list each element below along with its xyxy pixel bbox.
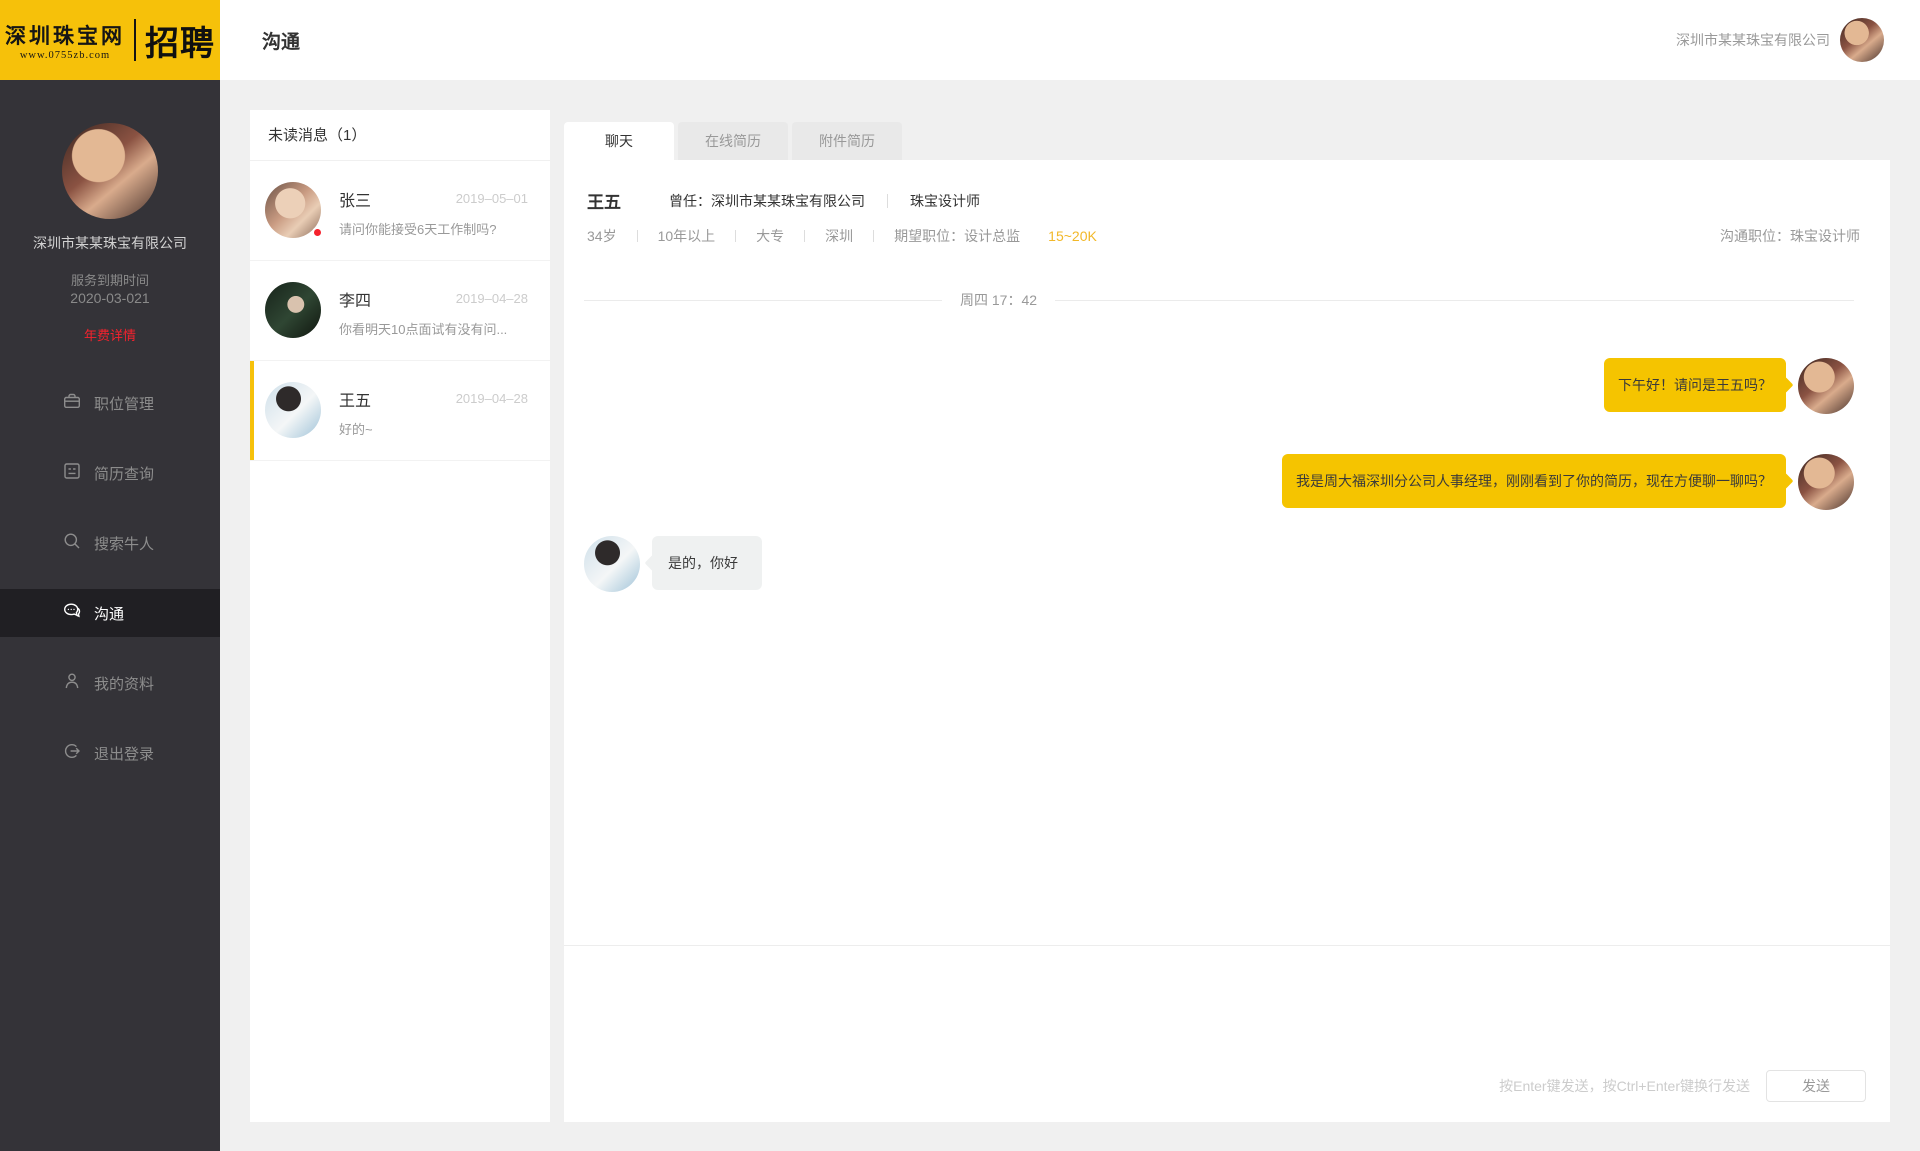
contact-name: 张三 (339, 187, 371, 211)
candidate-salary: 15~20K (1048, 228, 1097, 244)
sidebar-item-label: 沟通 (94, 603, 124, 624)
logo-badge: 招聘 (145, 16, 215, 65)
message-bubble: 我是周大福深圳分公司人事经理，刚刚看到了你的简历，现在方便聊一聊吗？ (1282, 454, 1786, 508)
candidate-info: 王五 曾任：深圳市某某珠宝有限公司 珠宝设计师 34岁 10年以上 大专 深圳 … (564, 160, 1890, 246)
sidebar: 深圳市某某珠宝有限公司 服务到期时间 2020-03-021 年费详情 职位管理… (0, 80, 220, 1151)
sidebar-item-communication[interactable]: 沟通 (0, 589, 220, 637)
contact-name: 李四 (339, 287, 371, 311)
sidebar-item-label: 简历查询 (94, 463, 154, 484)
sidebar-item-job-management[interactable]: 职位管理 (0, 379, 220, 427)
logout-icon (62, 741, 82, 765)
message-bubble: 下午好！请问是王五吗？ (1604, 358, 1786, 412)
message-date: 2019–05–01 (456, 191, 528, 206)
divider (637, 230, 638, 242)
sidebar-company-avatar (62, 123, 158, 219)
message-input[interactable] (588, 958, 1866, 1048)
resume-icon (62, 461, 82, 485)
sidebar-company-name: 深圳市某某珠宝有限公司 (0, 233, 220, 253)
list-item-zhangsan[interactable]: 张三 2019–05–01 请问你能接受6天工作制吗? (250, 161, 550, 261)
sender-avatar (584, 536, 640, 592)
chat-message-outgoing: 我是周大福深圳分公司人事经理，刚刚看到了你的简历，现在方便聊一聊吗？ (584, 454, 1854, 510)
candidate-former-company: 曾任：深圳市某某珠宝有限公司 (669, 191, 865, 211)
message-date: 2019–04–28 (456, 391, 528, 406)
chat-panel: 王五 曾任：深圳市某某珠宝有限公司 珠宝设计师 34岁 10年以上 大专 深圳 … (564, 160, 1890, 1122)
sidebar-item-logout[interactable]: 退出登录 (0, 729, 220, 777)
time-divider: 周四 17：42 (584, 290, 1854, 310)
list-item-wangwu[interactable]: 王五 2019–04–28 好的~ (250, 361, 550, 461)
candidate-name: 王五 (587, 188, 621, 213)
communication-position: 沟通职位：珠宝设计师 (1720, 226, 1860, 246)
chat-message-area: 周四 17：42 下午好！请问是王五吗？ 我是周大福深圳分公司人事经理，刚刚看到… (564, 246, 1890, 945)
candidate-education: 大专 (756, 226, 784, 246)
contact-name: 王五 (339, 387, 371, 411)
sender-avatar (1798, 454, 1854, 510)
tab-online-resume[interactable]: 在线简历 (678, 122, 788, 160)
chat-message-incoming: 是的，你好 (584, 536, 1854, 592)
message-preview: 请问你能接受6天工作制吗? (339, 219, 534, 238)
sidebar-item-label: 职位管理 (94, 393, 154, 414)
message-preview: 好的~ (339, 419, 534, 438)
site-logo[interactable]: 深圳珠宝网 www.0755zb.com 招聘 (0, 0, 220, 80)
message-date: 2019–04–28 (456, 291, 528, 306)
chat-message-outgoing: 下午好！请问是王五吗？ (584, 358, 1854, 414)
sidebar-item-label: 退出登录 (94, 743, 154, 764)
chat-icon (62, 601, 82, 625)
unread-messages-header: 未读消息（1） (250, 110, 550, 161)
unread-badge (312, 227, 323, 238)
logo-text-block: 深圳珠宝网 www.0755zb.com (5, 20, 125, 61)
service-expiry-date: 2020-03-021 (0, 290, 220, 306)
search-icon (62, 531, 82, 555)
message-bubble: 是的，你好 (652, 536, 762, 590)
sidebar-item-label: 我的资料 (94, 673, 154, 694)
topbar-company-name: 深圳市某某珠宝有限公司 (1676, 30, 1830, 50)
divider (887, 194, 888, 208)
list-item-lisi[interactable]: 李四 2019–04–28 你看明天10点面试有没有问... (250, 261, 550, 361)
tab-chat[interactable]: 聊天 (564, 122, 674, 160)
message-input-area: 按Enter键发送，按Ctrl+Enter键换行发送 发送 (564, 945, 1890, 1122)
main-content: 未读消息（1） 张三 2019–05–01 请问你能接受6天工作制吗? 李四 2… (220, 80, 1920, 1151)
annual-fee-link[interactable]: 年费详情 (0, 325, 220, 344)
candidate-age: 34岁 (587, 226, 617, 246)
divider (804, 230, 805, 242)
sidebar-item-search-talent[interactable]: 搜索牛人 (0, 519, 220, 567)
sidebar-item-label: 搜索牛人 (94, 533, 154, 554)
briefcase-icon (62, 391, 82, 415)
message-list-panel: 未读消息（1） 张三 2019–05–01 请问你能接受6天工作制吗? 李四 2… (250, 110, 550, 1122)
chat-tabs: 聊天 在线简历 附件简历 (564, 110, 1890, 160)
sender-avatar (1798, 358, 1854, 414)
candidate-expected-position: 期望职位：设计总监 (894, 226, 1020, 246)
divider-line (584, 300, 942, 301)
divider-line (1055, 300, 1854, 301)
send-shortcut-hint: 按Enter键发送，按Ctrl+Enter键换行发送 (1499, 1076, 1750, 1096)
candidate-city: 深圳 (825, 226, 853, 246)
candidate-experience: 10年以上 (658, 226, 716, 246)
divider (735, 230, 736, 242)
send-button[interactable]: 发送 (1766, 1070, 1866, 1102)
topbar: 深圳珠宝网 www.0755zb.com 招聘 沟通 深圳市某某珠宝有限公司 (0, 0, 1920, 80)
chat-column: 聊天 在线简历 附件简历 王五 曾任：深圳市某某珠宝有限公司 珠宝设计师 34岁… (564, 110, 1890, 1122)
sidebar-item-my-profile[interactable]: 我的资料 (0, 659, 220, 707)
message-preview: 你看明天10点面试有没有问... (339, 319, 534, 338)
time-divider-text: 周四 17：42 (942, 290, 1055, 310)
divider (873, 230, 874, 242)
sidebar-item-resume-query[interactable]: 简历查询 (0, 449, 220, 497)
user-icon (62, 671, 82, 695)
candidate-former-title: 珠宝设计师 (910, 191, 980, 211)
page-title: 沟通 (262, 0, 300, 80)
logo-site-url: www.0755zb.com (5, 50, 125, 61)
topbar-user-avatar[interactable] (1840, 18, 1884, 62)
contact-avatar (265, 282, 321, 338)
contact-avatar (265, 382, 321, 438)
sidebar-menu: 职位管理 简历查询 搜索牛人 (0, 379, 220, 799)
logo-site-name: 深圳珠宝网 (5, 20, 125, 50)
service-expiry-label: 服务到期时间 (0, 270, 220, 289)
tab-attachment-resume[interactable]: 附件简历 (792, 122, 902, 160)
logo-divider (134, 19, 136, 61)
